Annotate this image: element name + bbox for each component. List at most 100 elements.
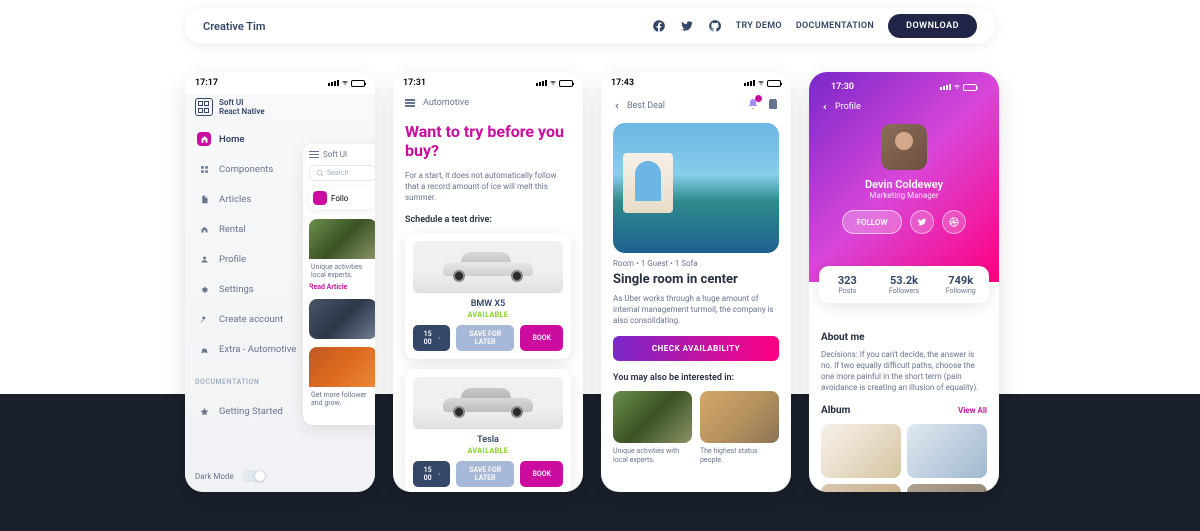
status-time: 17:31 bbox=[403, 78, 426, 88]
car-status: AVAILABLE bbox=[413, 311, 563, 319]
twitter-icon[interactable] bbox=[680, 19, 694, 33]
phone-screen-1: 17:17 Soft UI React Native Home Componen… bbox=[185, 72, 375, 492]
article-card-2[interactable] bbox=[309, 299, 375, 339]
basket-icon[interactable] bbox=[767, 98, 779, 110]
album-image-1[interactable] bbox=[821, 424, 901, 478]
download-button[interactable]: DOWNLOAD bbox=[888, 14, 977, 38]
floating-panel: Soft UI Search Follo Unique activities l… bbox=[303, 144, 375, 425]
article-card-3[interactable]: Get more follower and grow. bbox=[309, 347, 375, 411]
phone-screen-3: 17:43 Best Deal Room • 1 Guest • 1 Sofa bbox=[601, 72, 791, 492]
app-logo: Soft UI React Native bbox=[195, 98, 365, 116]
float-menu-label: Soft UI bbox=[309, 150, 375, 159]
status-bar: 17:17 bbox=[185, 72, 375, 94]
documentation-link[interactable]: DOCUMENTATION bbox=[796, 21, 874, 31]
room-meta: Room • 1 Guest • 1 Sofa bbox=[613, 259, 779, 268]
logo-text: Soft UI React Native bbox=[219, 98, 265, 116]
toggle-switch[interactable] bbox=[242, 470, 266, 482]
status-bar: 17:30 bbox=[821, 76, 987, 98]
room-title: Single room in center bbox=[613, 272, 779, 287]
page-header: Best Deal bbox=[613, 98, 779, 113]
page-header: Automotive bbox=[405, 98, 571, 108]
page-title: Want to try before you buy? bbox=[405, 122, 571, 160]
stat-posts: 323Posts bbox=[819, 274, 876, 295]
search-input[interactable]: Search bbox=[309, 165, 375, 181]
article-thumbnail bbox=[309, 299, 375, 339]
signal-icon bbox=[744, 80, 755, 86]
about-text: Decisions: If you can't decide, the answ… bbox=[821, 349, 987, 393]
phone-showcase: 17:17 Soft UI React Native Home Componen… bbox=[185, 72, 999, 492]
try-demo-link[interactable]: TRY DEMO bbox=[736, 21, 782, 31]
notification-icon[interactable] bbox=[747, 98, 759, 113]
signal-icon bbox=[940, 84, 951, 90]
interest-card-2[interactable]: The highest status people. bbox=[700, 391, 779, 465]
car-card-2: Tesla AVAILABLE 15 00 SAVE FOR LATER BOO… bbox=[405, 369, 571, 492]
interest-cards: Unique activities with local experts. Th… bbox=[613, 391, 779, 465]
profile-hero: 17:30 Profile Devin Coldewey Marketing M… bbox=[809, 72, 999, 282]
car-name: BMW X5 bbox=[413, 299, 563, 309]
stat-followers: 53.2kFollowers bbox=[876, 274, 933, 295]
status-time: 17:30 bbox=[831, 82, 854, 92]
about-heading: About me bbox=[821, 332, 987, 343]
dribbble-icon[interactable] bbox=[942, 210, 966, 234]
check-availability-button[interactable]: CHECK AVAILABILITY bbox=[613, 336, 779, 361]
battery-icon bbox=[963, 84, 977, 91]
menu-icon[interactable] bbox=[405, 99, 415, 107]
signal-icon bbox=[536, 80, 547, 86]
wifi-icon bbox=[953, 84, 961, 90]
interest-thumbnail bbox=[613, 391, 692, 443]
follow-button[interactable]: FOLLOW bbox=[842, 210, 903, 234]
profile-actions: FOLLOW bbox=[821, 210, 987, 234]
stat-following: 749kFollowing bbox=[932, 274, 989, 295]
article-thumbnail bbox=[309, 219, 375, 259]
time-select-button[interactable]: 15 00 bbox=[413, 325, 450, 351]
twitter-icon[interactable] bbox=[910, 210, 934, 234]
phone-screen-2: 17:31 Automotive Want to try before you … bbox=[393, 72, 583, 492]
save-later-button[interactable]: SAVE FOR LATER bbox=[456, 325, 515, 351]
battery-icon bbox=[767, 80, 781, 87]
navbar-right: TRY DEMO DOCUMENTATION DOWNLOAD bbox=[652, 14, 977, 38]
wifi-icon bbox=[757, 80, 765, 86]
interest-card-1[interactable]: Unique activities with local experts. bbox=[613, 391, 692, 465]
facebook-icon[interactable] bbox=[652, 19, 666, 33]
album-image-2[interactable] bbox=[907, 424, 987, 478]
battery-icon bbox=[351, 80, 365, 87]
interest-thumbnail bbox=[700, 391, 779, 443]
follow-card[interactable]: Follo bbox=[309, 187, 375, 209]
time-select-button[interactable]: 15 00 bbox=[413, 461, 450, 487]
status-bar: 17:31 bbox=[393, 72, 583, 94]
room-hero-image bbox=[613, 123, 779, 253]
album-image-4[interactable] bbox=[907, 484, 987, 492]
back-button[interactable]: Profile bbox=[821, 102, 987, 112]
stats-card: 323Posts 53.2kFollowers 749kFollowing bbox=[819, 266, 989, 303]
article-thumbnail bbox=[309, 347, 375, 387]
profile-role: Marketing Manager bbox=[821, 191, 987, 200]
car-image bbox=[413, 377, 563, 429]
wifi-icon bbox=[341, 80, 349, 86]
car-card-1: BMW X5 AVAILABLE 15 00 SAVE FOR LATER BO… bbox=[405, 233, 571, 359]
signal-icon bbox=[328, 80, 339, 86]
album-heading: Album bbox=[821, 405, 850, 416]
album-grid bbox=[821, 424, 987, 492]
battery-icon bbox=[559, 80, 573, 87]
car-image bbox=[413, 241, 563, 293]
top-navbar: Creative Tim TRY DEMO DOCUMENTATION DOWN… bbox=[185, 8, 995, 44]
brand-name: Creative Tim bbox=[203, 20, 265, 33]
logo-icon bbox=[195, 98, 213, 116]
page-subtitle: For a start, it does not automatically f… bbox=[405, 170, 571, 203]
schedule-label: Schedule a test drive: bbox=[405, 215, 571, 225]
github-icon[interactable] bbox=[708, 19, 722, 33]
album-image-3[interactable] bbox=[821, 484, 901, 492]
back-button[interactable]: Best Deal bbox=[613, 101, 665, 111]
dark-mode-toggle[interactable]: Dark Mode bbox=[195, 470, 266, 482]
car-name: Tesla bbox=[413, 435, 563, 445]
status-time: 17:17 bbox=[195, 78, 218, 88]
avatar bbox=[881, 124, 927, 170]
save-later-button[interactable]: SAVE FOR LATER bbox=[456, 461, 515, 487]
album-header: Album View All bbox=[821, 405, 987, 416]
room-description: As Uber works through a huge amount of i… bbox=[613, 293, 779, 326]
book-button[interactable]: BOOK bbox=[520, 461, 563, 487]
article-card-1[interactable]: Unique activities local experts. Read Ar… bbox=[309, 219, 375, 291]
wifi-icon bbox=[549, 80, 557, 86]
book-button[interactable]: BOOK bbox=[520, 325, 563, 351]
view-all-link[interactable]: View All bbox=[958, 406, 987, 415]
